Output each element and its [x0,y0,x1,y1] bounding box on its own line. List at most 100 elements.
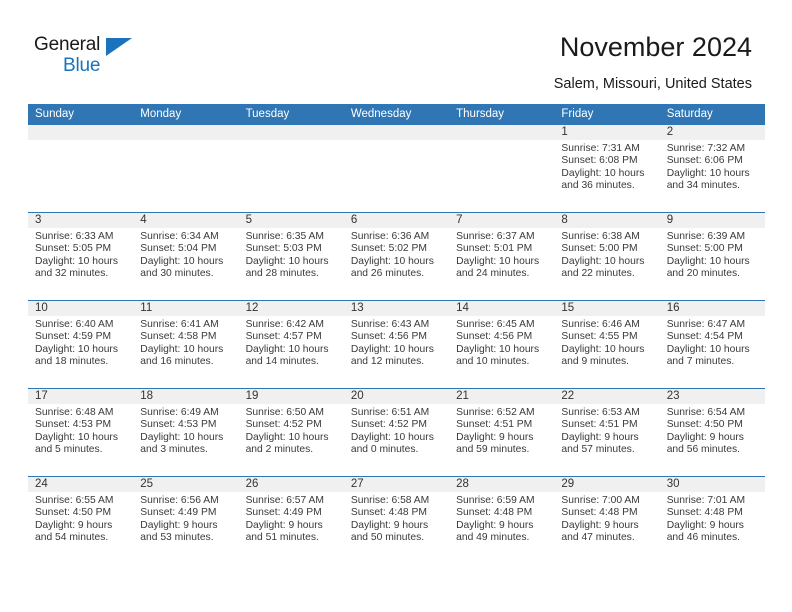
calendar-day-cell[interactable]: 20 Sunrise: 6:51 AM Sunset: 4:52 PM Dayligh… [343,388,450,477]
calendar-day-cell[interactable]: 9 Sunrise: 6:39 AM Sunset: 5:00 PM Daylight… [659,212,765,301]
calendar-day-cell[interactable]: 30 Sunrise: 7:01 AM Sunset: 4:48 PM Dayligh… [659,476,765,564]
day-number [133,125,239,140]
daylight-text: Daylight: 10 hours and 36 minutes. [561,167,645,192]
sunrise-text: Sunrise: 7:32 AM [666,143,746,154]
day-number: 18 [133,389,239,404]
calendar-day-cell[interactable]: 15 Sunrise: 6:46 AM Sunset: 4:55 PM Dayligh… [554,300,660,389]
calendar-day-cell-empty [449,125,555,213]
day-details: Sunrise: 6:33 AM Sunset: 5:05 PM Daylight:… [28,228,133,300]
calendar-day-cell[interactable]: 26 Sunrise: 6:57 AM Sunset: 4:49 PM Dayligh… [238,476,344,564]
sunset-text: Sunset: 4:57 PM [245,331,322,343]
calendar-day-cell[interactable]: 16 Sunrise: 6:47 AM Sunset: 4:54 PM Dayligh… [659,300,765,389]
calendar-day-cell[interactable]: 6 Sunrise: 6:36 AM Sunset: 5:02 PM Daylight… [343,212,450,301]
day-number [343,125,450,140]
calendar-week-row: 3 Sunrise: 6:33 AM Sunset: 5:05 PM Daylight… [28,212,765,301]
weekday-header-thursday: Thursday [449,104,555,125]
sunset-text: Sunset: 4:52 PM [245,419,322,431]
sunset-text: Sunset: 5:00 PM [561,243,638,255]
day-number: 13 [343,301,450,316]
calendar-day-cell[interactable]: 27 Sunrise: 6:58 AM Sunset: 4:48 PM Dayligh… [343,476,450,564]
calendar-day-cell[interactable]: 18 Sunrise: 6:49 AM Sunset: 4:53 PM Dayligh… [133,388,239,477]
sunrise-text: Sunrise: 6:52 AM [456,407,535,418]
calendar-day-cell[interactable]: 19 Sunrise: 6:50 AM Sunset: 4:52 PM Dayligh… [238,388,344,477]
day-details: Sunrise: 6:48 AM Sunset: 4:53 PM Daylight:… [28,404,133,476]
day-details: Sunrise: 6:54 AM Sunset: 4:50 PM Daylight:… [660,404,765,476]
calendar-day-cell[interactable]: 7 Sunrise: 6:37 AM Sunset: 5:01 PM Daylight… [449,212,555,301]
daylight-text: Daylight: 9 hours and 46 minutes. [666,519,744,544]
calendar-week-row: 24 Sunrise: 6:55 AM Sunset: 4:50 PM Dayligh… [28,476,765,564]
day-number: 23 [659,389,765,404]
weekday-header-tuesday: Tuesday [238,104,344,125]
calendar-day-cell[interactable]: 24 Sunrise: 6:55 AM Sunset: 4:50 PM Dayligh… [28,476,134,564]
daylight-text: Daylight: 10 hours and 32 minutes. [35,255,118,280]
calendar-day-cell-empty [238,125,344,213]
calendar-day-cell[interactable]: 12 Sunrise: 6:42 AM Sunset: 4:57 PM Dayligh… [238,300,344,389]
weekday-header-saturday: Saturday [659,104,765,125]
daylight-text: Daylight: 10 hours and 9 minutes. [561,343,645,368]
sunrise-text: Sunrise: 6:33 AM [35,231,114,242]
day-details: Sunrise: 6:52 AM Sunset: 4:51 PM Daylight:… [449,404,554,476]
calendar-day-cell[interactable]: 5 Sunrise: 6:35 AM Sunset: 5:03 PM Daylight… [238,212,344,301]
calendar-day-cell[interactable]: 28 Sunrise: 6:59 AM Sunset: 4:48 PM Dayligh… [449,476,555,564]
day-number: 16 [659,301,765,316]
calendar-day-cell[interactable]: 8 Sunrise: 6:38 AM Sunset: 5:00 PM Daylight… [554,212,660,301]
day-details: Sunrise: 7:32 AM Sunset: 6:06 PM Daylight:… [660,140,765,212]
day-details: Sunrise: 6:53 AM Sunset: 4:51 PM Daylight:… [554,404,659,476]
day-details: Sunrise: 6:47 AM Sunset: 4:54 PM Daylight:… [660,316,765,388]
calendar-day-cell[interactable]: 1 Sunrise: 7:31 AM Sunset: 6:08 PM Daylight… [554,125,660,213]
sunset-text: Sunset: 6:08 PM [561,155,638,167]
sunrise-text: Sunrise: 6:46 AM [561,319,640,330]
day-number: 2 [659,125,765,140]
day-number: 9 [659,213,765,228]
day-number: 8 [554,213,660,228]
sunrise-text: Sunrise: 7:31 AM [561,143,640,154]
calendar-day-cell[interactable]: 4 Sunrise: 6:34 AM Sunset: 5:04 PM Daylight… [133,212,239,301]
calendar-day-cell[interactable]: 2 Sunrise: 7:32 AM Sunset: 6:06 PM Daylight… [659,125,765,213]
sunset-text: Sunset: 4:51 PM [561,419,638,431]
day-details: Sunrise: 6:41 AM Sunset: 4:58 PM Daylight:… [133,316,238,388]
day-details: Sunrise: 7:31 AM Sunset: 6:08 PM Daylight:… [554,140,659,212]
calendar-day-cell[interactable]: 22 Sunrise: 6:53 AM Sunset: 4:51 PM Dayligh… [554,388,660,477]
daylight-text: Daylight: 10 hours and 2 minutes. [245,431,329,456]
day-number: 19 [238,389,344,404]
sunrise-text: Sunrise: 7:01 AM [666,495,746,506]
sunset-text: Sunset: 4:48 PM [456,507,533,519]
calendar-day-cell[interactable]: 21 Sunrise: 6:52 AM Sunset: 4:51 PM Dayligh… [449,388,555,477]
day-number: 6 [343,213,450,228]
sunrise-text: Sunrise: 6:34 AM [140,231,219,242]
calendar-day-cell[interactable]: 13 Sunrise: 6:43 AM Sunset: 4:56 PM Dayligh… [343,300,450,389]
calendar-day-cell-empty [133,125,239,213]
calendar-day-cell[interactable]: 23 Sunrise: 6:54 AM Sunset: 4:50 PM Dayligh… [659,388,765,477]
day-details: Sunrise: 6:38 AM Sunset: 5:00 PM Daylight:… [554,228,659,300]
sunrise-text: Sunrise: 6:54 AM [666,407,746,418]
sunrise-text: Sunrise: 6:58 AM [350,495,430,506]
sunset-text: Sunset: 4:53 PM [140,419,217,431]
day-details: Sunrise: 6:56 AM Sunset: 4:49 PM Daylight:… [133,492,238,564]
calendar-day-cell[interactable]: 11 Sunrise: 6:41 AM Sunset: 4:58 PM Dayligh… [133,300,239,389]
sunrise-text: Sunrise: 6:43 AM [350,319,430,330]
calendar-body: 1 Sunrise: 7:31 AM Sunset: 6:08 PM Daylight… [28,125,765,564]
daylight-text: Daylight: 10 hours and 10 minutes. [456,343,540,368]
calendar-day-cell[interactable]: 29 Sunrise: 7:00 AM Sunset: 4:48 PM Dayligh… [554,476,660,564]
calendar-day-cell[interactable]: 14 Sunrise: 6:45 AM Sunset: 4:56 PM Dayligh… [449,300,555,389]
calendar-day-cell[interactable]: 17 Sunrise: 6:48 AM Sunset: 4:53 PM Dayligh… [28,388,134,477]
daylight-text: Daylight: 10 hours and 28 minutes. [245,255,329,280]
day-number: 26 [238,477,344,492]
day-number: 10 [28,301,134,316]
day-details: Sunrise: 6:36 AM Sunset: 5:02 PM Daylight:… [344,228,449,300]
sunset-text: Sunset: 4:50 PM [666,419,743,431]
daylight-text: Daylight: 10 hours and 22 minutes. [561,255,645,280]
generalblue-logo[interactable]: General Blue [34,34,154,80]
sunset-text: Sunset: 5:03 PM [245,243,322,255]
calendar-day-cell[interactable]: 3 Sunrise: 6:33 AM Sunset: 5:05 PM Daylight… [28,212,134,301]
day-details: Sunrise: 6:39 AM Sunset: 5:00 PM Daylight:… [660,228,765,300]
sunrise-text: Sunrise: 6:59 AM [456,495,535,506]
day-number: 27 [343,477,450,492]
day-number [28,125,134,140]
calendar-day-cell[interactable]: 25 Sunrise: 6:56 AM Sunset: 4:49 PM Dayligh… [133,476,239,564]
sunrise-text: Sunrise: 6:38 AM [561,231,640,242]
day-number [449,125,555,140]
sunset-text: Sunset: 4:56 PM [456,331,533,343]
day-details: Sunrise: 6:43 AM Sunset: 4:56 PM Daylight:… [344,316,449,388]
calendar-day-cell[interactable]: 10 Sunrise: 6:40 AM Sunset: 4:59 PM Dayligh… [28,300,134,389]
